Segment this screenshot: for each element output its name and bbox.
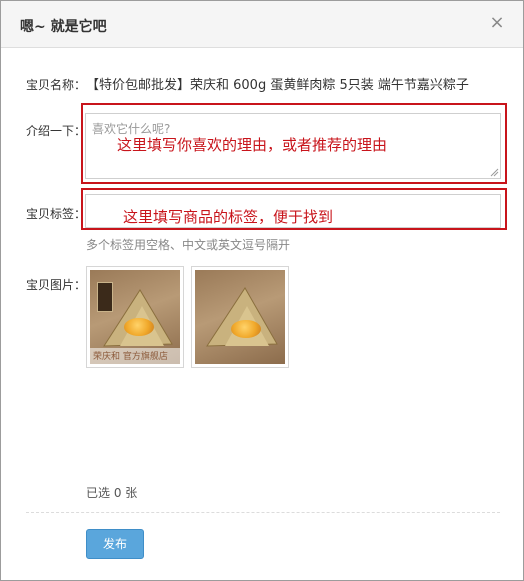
intro-label: 介绍一下： <box>26 124 87 138</box>
yolk-shape <box>231 320 261 338</box>
selected-count: 已选 0 张 <box>86 486 138 500</box>
product-name: 【特价包邮批发】荣庆和 600g 蛋黄鲜肉粽 5只装 端午节嘉兴粽子 <box>86 78 469 93</box>
resize-grip-icon[interactable] <box>490 168 499 177</box>
brand-logo <box>97 282 113 312</box>
close-icon[interactable]: × <box>487 13 507 33</box>
tags-label: 宝贝标签： <box>26 207 87 221</box>
name-label: 宝贝名称： <box>26 78 87 92</box>
zongzi-image <box>195 270 285 364</box>
product-image-thumbnail[interactable]: 荣庆和 官方旗舰店 <box>86 266 184 368</box>
dialog: 嗯~ 就是它吧 × 宝贝名称： 【特价包邮批发】荣庆和 600g 蛋黄鲜肉粽 5… <box>0 0 524 581</box>
zongzi-shape <box>206 287 278 347</box>
intro-annotation: 这里填写你喜欢的理由，或者推荐的理由 <box>117 136 388 154</box>
dialog-title: 嗯~ 就是它吧 <box>20 19 107 35</box>
tags-hint: 多个标签用空格、中文或英文逗号隔开 <box>86 238 291 252</box>
zongzi-image: 荣庆和 官方旗舰店 <box>90 270 180 364</box>
tags-annotation: 这里填写商品的标签，便于找到 <box>123 208 334 226</box>
dialog-header: 嗯~ 就是它吧 × <box>1 1 523 48</box>
publish-button[interactable]: 发布 <box>86 529 144 559</box>
image-watermark: 荣庆和 官方旗舰店 <box>90 348 180 364</box>
yolk-shape <box>124 318 154 336</box>
images-label: 宝贝图片： <box>26 278 87 292</box>
product-image-thumbnail[interactable] <box>191 266 289 368</box>
footer-divider <box>26 512 500 513</box>
